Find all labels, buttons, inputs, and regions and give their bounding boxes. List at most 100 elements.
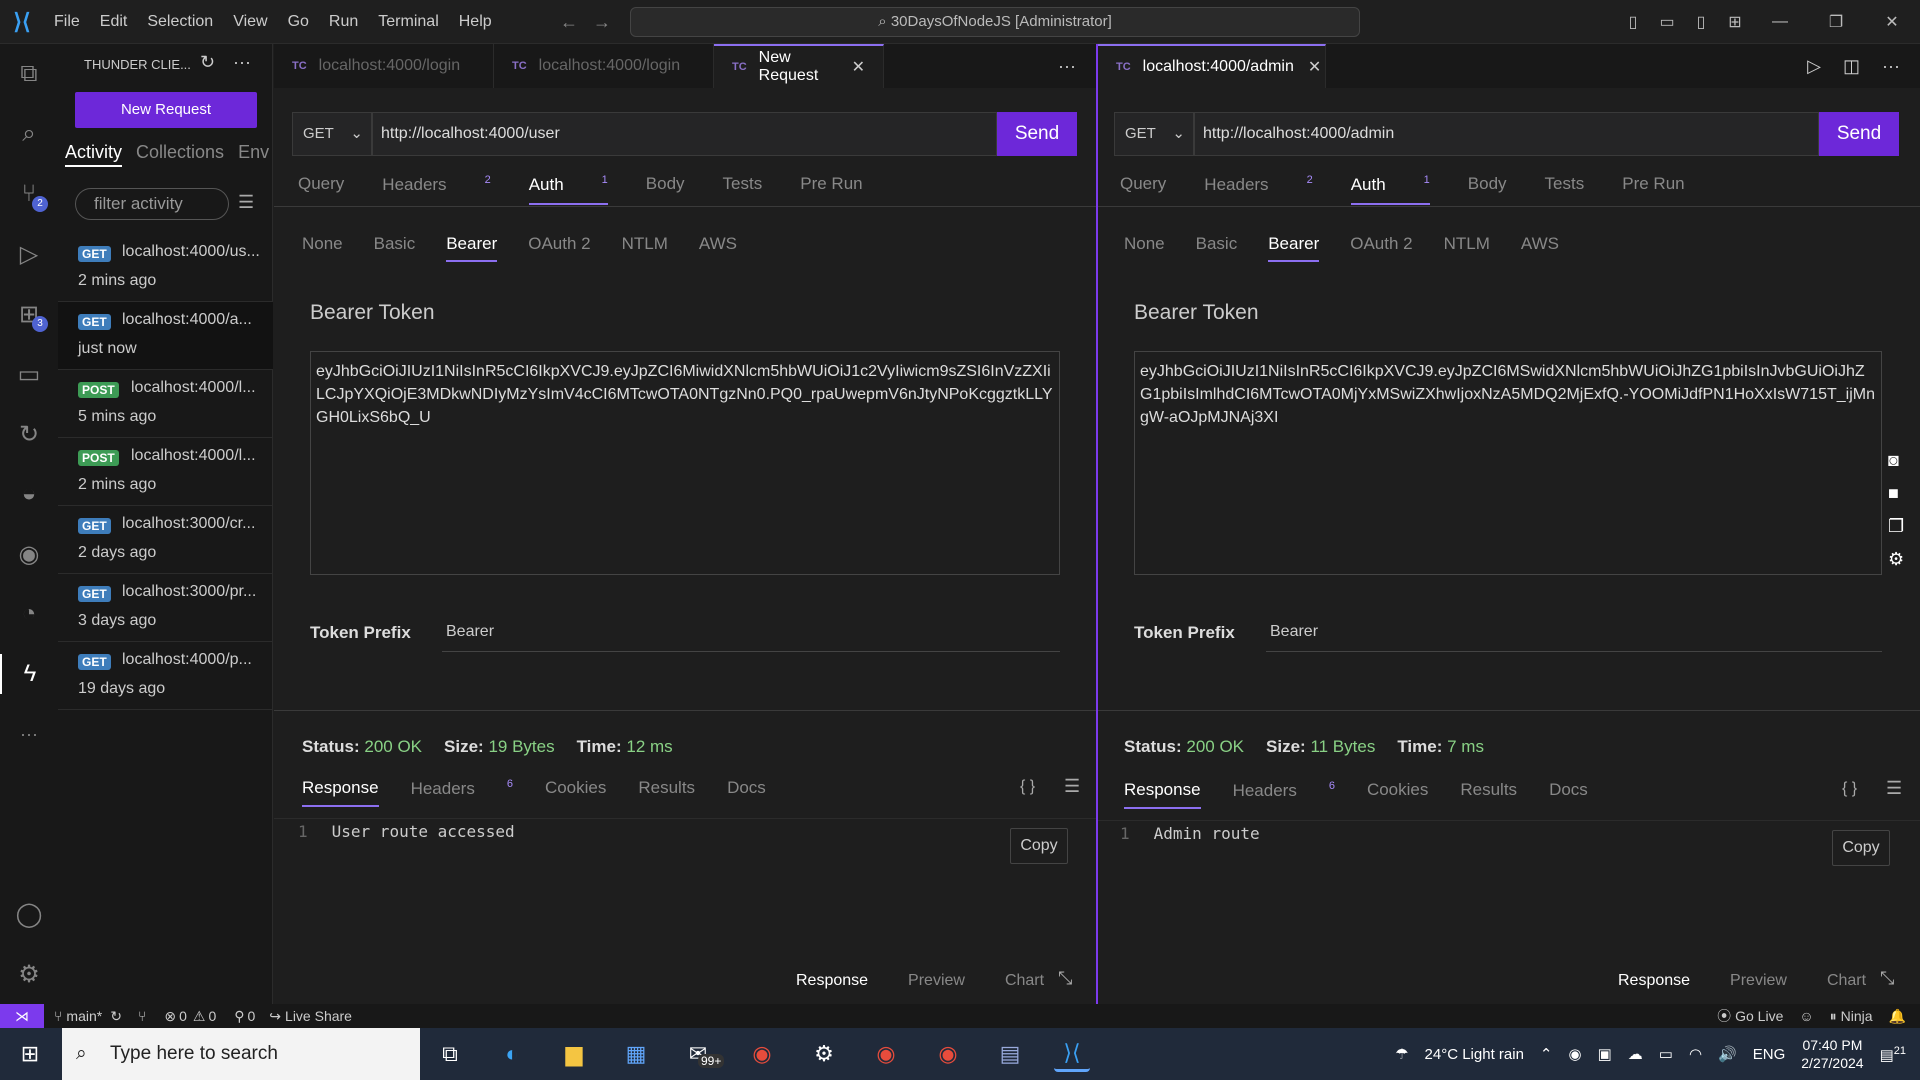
tab-new-request[interactable]: TC New Request ✕ <box>714 44 884 88</box>
toggle-secondary-sidebar-icon[interactable]: ▯ <box>1684 12 1718 32</box>
device-icon[interactable]: ▣ <box>1598 1045 1612 1063</box>
menu-selection[interactable]: Selection <box>137 0 223 44</box>
notepad-icon[interactable]: ▤ <box>992 1036 1028 1072</box>
tab-cookies[interactable]: Cookies <box>545 778 606 807</box>
auth-ntlm[interactable]: NTLM <box>622 234 668 262</box>
auth-ntlm[interactable]: NTLM <box>1444 234 1490 262</box>
weather-text[interactable]: 24°C Light rain <box>1425 1046 1524 1063</box>
chrome-icon[interactable]: ◉ <box>930 1036 966 1072</box>
activity-item[interactable]: GET localhost:3000/cr... 2 days ago <box>58 506 273 574</box>
command-center[interactable]: ⌕ 30DaysOfNodeJS [Administrator] <box>630 7 1360 37</box>
settings-gear-icon[interactable]: ⚙ <box>806 1036 842 1072</box>
auth-aws[interactable]: AWS <box>699 234 737 262</box>
token-prefix-input[interactable]: Bearer <box>442 612 1060 652</box>
braces-icon[interactable]: { } <box>1020 778 1035 796</box>
tab-prerun[interactable]: Pre Run <box>800 174 862 205</box>
clock[interactable]: 07:40 PM 2/27/2024 <box>1801 1036 1863 1072</box>
camera-icon[interactable]: ◙ <box>1888 450 1904 471</box>
tab-tests[interactable]: Tests <box>723 174 763 205</box>
toggle-sidebar-icon[interactable]: ▯ <box>1616 12 1650 32</box>
chrome-icon[interactable]: ◉ <box>868 1036 904 1072</box>
tab-resp-headers[interactable]: Headers 6 <box>1233 780 1335 809</box>
split-editor-icon[interactable]: ◫ <box>1843 44 1860 88</box>
menu-terminal[interactable]: Terminal <box>368 0 448 44</box>
menu-edit[interactable]: Edit <box>90 0 138 44</box>
chrome-icon[interactable]: ◉ <box>744 1036 780 1072</box>
settings-gear-icon[interactable]: ⚙ <box>0 954 58 994</box>
docker-icon[interactable]: ◒ <box>0 474 58 514</box>
battery-icon[interactable]: ▭ <box>1659 1045 1673 1063</box>
auth-basic[interactable]: Basic <box>1196 234 1238 262</box>
volume-icon[interactable]: 🔊 <box>1718 1045 1737 1063</box>
tab-headers[interactable]: Headers 2 <box>382 174 490 205</box>
auth-bearer[interactable]: Bearer <box>1268 234 1320 262</box>
back-arrow-icon[interactable]: ← <box>560 12 578 32</box>
activity-item[interactable]: POST localhost:4000/l... 2 mins ago <box>58 438 273 506</box>
minimize-button[interactable]: — <box>1752 13 1808 31</box>
tab-results[interactable]: Results <box>1460 780 1517 809</box>
github-icon[interactable]: ◉ <box>0 534 58 574</box>
more-actions-icon[interactable]: ··· <box>233 52 251 73</box>
copy-button[interactable]: Copy <box>1832 830 1890 866</box>
thunder-client-icon[interactable]: ϟ <box>0 654 58 694</box>
menu-file[interactable]: File <box>44 0 90 44</box>
branch-name[interactable]: main* <box>66 1008 102 1024</box>
forward-arrow-icon[interactable]: → <box>593 12 611 32</box>
language-indicator[interactable]: ENG <box>1753 1046 1786 1063</box>
send-button[interactable]: Send <box>997 112 1077 156</box>
auth-basic[interactable]: Basic <box>374 234 416 262</box>
tab-query[interactable]: Query <box>298 174 344 205</box>
tab-docs[interactable]: Docs <box>1549 780 1588 809</box>
tab-prerun[interactable]: Pre Run <box>1622 174 1684 205</box>
menu-run[interactable]: Run <box>319 0 368 44</box>
close-window-button[interactable]: ✕ <box>1864 12 1920 32</box>
activity-item[interactable]: POST localhost:4000/l... 5 mins ago <box>58 370 273 438</box>
restore-button[interactable]: ❐ <box>1808 12 1864 32</box>
taskbar-search[interactable]: ⌕ Type here to search <box>62 1028 420 1080</box>
git-graph-icon[interactable]: ◔ <box>0 594 58 634</box>
windows-start-icon[interactable]: ⊞ <box>12 1036 48 1072</box>
url-input[interactable]: http://localhost:4000/admin <box>1194 112 1819 156</box>
refresh-icon[interactable]: ↻ <box>200 52 215 73</box>
tab-resp-headers[interactable]: Headers 6 <box>411 778 513 807</box>
go-live-label[interactable]: Go Live <box>1735 1008 1783 1024</box>
auth-aws[interactable]: AWS <box>1521 234 1559 262</box>
search-icon[interactable]: ⌕ <box>0 114 58 154</box>
bearer-token-input[interactable]: eyJhbGciOiJIUzI1NiIsInR5cCI6IkpXVCJ9.eyJ… <box>310 351 1060 575</box>
view-preview[interactable]: Preview <box>1730 972 1787 990</box>
tab-headers[interactable]: Headers 2 <box>1204 174 1312 205</box>
more-actions-icon[interactable]: ··· <box>1058 44 1096 88</box>
onedrive-icon[interactable]: ☁ <box>1628 1045 1643 1063</box>
store-icon[interactable]: ▦ <box>618 1036 654 1072</box>
send-button[interactable]: Send <box>1819 112 1899 156</box>
sync-icon[interactable]: ↻ <box>110 1008 122 1025</box>
expand-icon[interactable]: ⤡ <box>1058 968 1072 989</box>
activity-item[interactable]: GET localhost:4000/us... 2 mins ago <box>58 234 273 302</box>
tab-query[interactable]: Query <box>1120 174 1166 205</box>
edge-icon[interactable]: ◐ <box>494 1036 530 1072</box>
auth-bearer[interactable]: Bearer <box>446 234 498 262</box>
toggle-panel-icon[interactable]: ▭ <box>1650 12 1684 32</box>
ninja-label[interactable]: Ninja <box>1841 1008 1873 1024</box>
tab-activity[interactable]: Activity <box>65 142 123 167</box>
tab-login-1[interactable]: TC localhost:4000/login <box>274 44 494 88</box>
run-debug-icon[interactable]: ▷ <box>0 234 58 274</box>
notification-center-icon[interactable]: ▤21 <box>1880 1045 1906 1064</box>
tab-auth[interactable]: Auth 1 <box>528 174 608 205</box>
errors-icon[interactable]: ⊗ <box>164 1008 176 1025</box>
url-input[interactable]: http://localhost:4000/user <box>372 112 997 156</box>
customize-layout-icon[interactable]: ⊞ <box>1718 12 1752 32</box>
explorer-icon[interactable]: ⧉ <box>0 54 58 94</box>
copilot-icon[interactable]: ☺ <box>1799 1008 1813 1024</box>
run-icon[interactable]: ▷ <box>1807 44 1821 88</box>
menu-help[interactable]: Help <box>449 0 502 44</box>
close-icon[interactable]: ✕ <box>1308 57 1321 77</box>
view-chart[interactable]: Chart <box>1005 972 1044 990</box>
notifications-bell-icon[interactable]: 🔔 <box>1889 1008 1906 1025</box>
auth-oauth2[interactable]: OAuth 2 <box>528 234 590 262</box>
view-preview[interactable]: Preview <box>908 972 965 990</box>
source-control-icon[interactable]: ⑂ 2 <box>0 174 58 214</box>
copy-button[interactable]: Copy <box>1010 828 1068 864</box>
remote-indicator-icon[interactable]: ⋊ <box>0 1004 44 1028</box>
activity-item[interactable]: GET localhost:4000/a... just now <box>58 302 273 370</box>
